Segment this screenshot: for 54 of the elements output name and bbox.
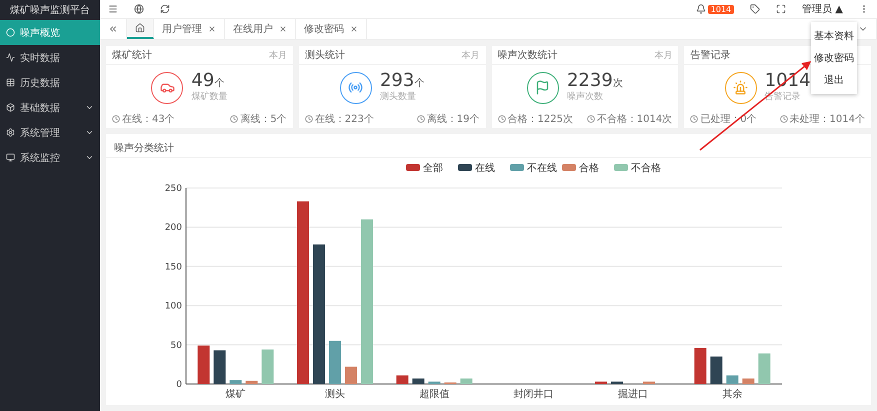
sidebar-item[interactable]: 系统管理 [0, 120, 100, 145]
stat-caption: 煤矿数量 [191, 90, 228, 103]
period-label: 本月 [654, 50, 672, 62]
stat-caption: 测头数量 [380, 90, 417, 103]
legend-item[interactable]: 不合格 [614, 163, 661, 174]
axis-tick-label: 200 [164, 223, 182, 234]
card-title: 告警记录 [690, 48, 730, 62]
sidebar-item[interactable]: 基础数据 [0, 95, 100, 120]
stat-detail: 离线：5个 [240, 112, 287, 126]
category-label: 其余 [722, 389, 742, 400]
category-label: 封闭井口 [514, 389, 554, 400]
category-label: 超限值 [419, 389, 450, 400]
axis-tick-label: 100 [164, 302, 182, 312]
axis-tick-label: 150 [164, 262, 182, 272]
legend-item[interactable]: 合格 [562, 163, 599, 174]
sidebar-item[interactable]: 历史数据 [0, 70, 100, 95]
stat-caption: 噪声次数 [566, 90, 604, 103]
legend-label: 全部 [423, 162, 443, 174]
user-menu[interactable]: 管理员 ▲ [802, 2, 843, 16]
stat-detail: 在线：43个 [122, 112, 175, 126]
axis-tick-label: 0 [176, 380, 182, 390]
axis-tick-label: 250 [164, 184, 182, 194]
legend-label: 合格 [579, 162, 599, 174]
panel-title: 噪声分类统计 [114, 143, 174, 154]
stat-detail: 未处理：1014个 [790, 112, 865, 126]
category-label: 测头 [325, 389, 345, 400]
sidebar-item[interactable]: 系统监控 [0, 145, 100, 170]
card-title: 噪声次数统计 [498, 48, 558, 62]
period-label: 本月 [462, 50, 480, 62]
stat-value: 293个 [380, 72, 424, 90]
app-title: 煤矿噪声监测平台 [9, 4, 91, 18]
stat-detail: 在线：223个 [314, 112, 374, 126]
category-label: 煤矿 [226, 389, 246, 400]
menu-item[interactable]: 基本资料 [811, 25, 857, 47]
stat-value: 2239次 [566, 72, 623, 90]
legend-item[interactable]: 全部 [406, 163, 443, 174]
menu-item[interactable]: 修改密码 [811, 47, 857, 69]
legend-item[interactable]: 在线 [458, 163, 495, 174]
legend-item[interactable]: 不在线 [510, 163, 557, 174]
period-label: 本月 [268, 50, 287, 62]
card-title: 煤矿统计 [112, 48, 152, 62]
stat-detail: 离线：19个 [426, 112, 480, 126]
legend-label: 不合格 [631, 162, 661, 174]
notification-badge: 1014 [708, 4, 734, 14]
menu-item[interactable]: 退出 [811, 69, 857, 91]
legend-label: 在线 [475, 162, 495, 174]
sidebar-item[interactable]: 实时数据 [0, 45, 100, 70]
legend-label: 不在线 [527, 162, 557, 174]
stat-value: 49个 [191, 72, 226, 90]
stat-detail: 不合格：1014次 [596, 112, 672, 126]
axis-tick-label: 50 [170, 340, 182, 351]
stat-detail: 合格：1225次 [508, 112, 573, 126]
card-title: 测头统计 [304, 48, 345, 62]
category-label: 掘进口 [618, 389, 648, 400]
